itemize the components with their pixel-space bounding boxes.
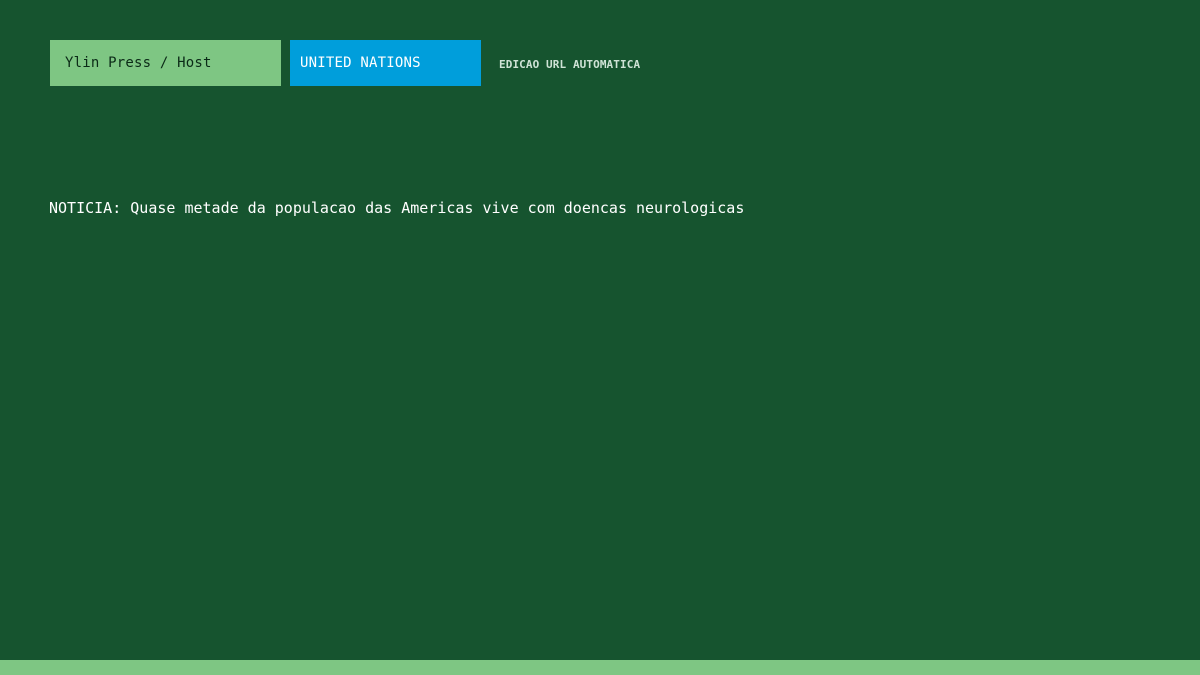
source-chip: UNITED NATIONS <box>290 40 481 86</box>
top-bar: Ylin Press / Host UNITED NATIONS EDICAO … <box>50 40 640 86</box>
bottom-accent-strip <box>0 660 1200 675</box>
news-headline: NOTICIA: Quase metade da populacao das A… <box>49 199 745 217</box>
brand-chip: Ylin Press / Host <box>50 40 281 86</box>
edition-label: EDICAO URL AUTOMATICA <box>499 58 641 71</box>
